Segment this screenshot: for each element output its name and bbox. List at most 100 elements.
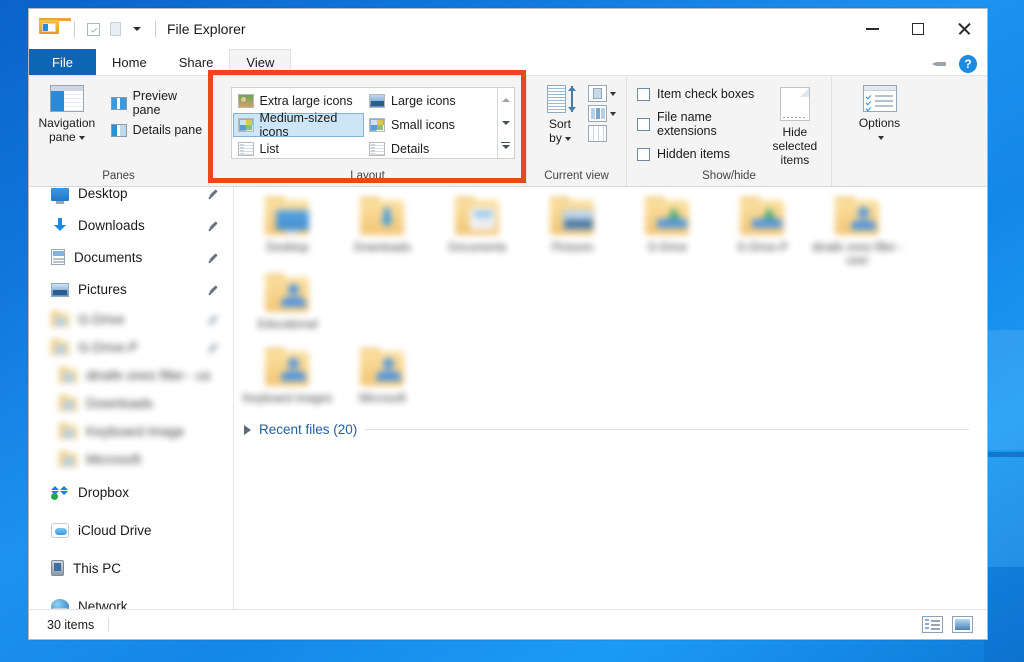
dropbox-icon — [51, 484, 69, 500]
sidebar-item-redacted-4[interactable]: Downloads — [29, 389, 233, 417]
sidebar-item-documents[interactable]: Documents — [29, 241, 233, 273]
customize-quick-access-caret-icon[interactable] — [126, 18, 148, 40]
file-item[interactable]: G-Drive-P — [715, 193, 810, 270]
checkbox-icon[interactable] — [637, 118, 650, 131]
sort-by-button[interactable]: Sort by — [537, 83, 583, 145]
tab-file[interactable]: File — [29, 49, 96, 75]
file-item[interactable]: G-Drive — [620, 193, 715, 270]
pin-icon[interactable] — [208, 252, 219, 263]
layout-option-label: Large icons — [391, 94, 456, 108]
chevron-down-icon[interactable] — [610, 112, 616, 116]
recent-files-section-header[interactable]: Recent files (20) — [240, 422, 987, 437]
sidebar-item-redacted-6[interactable]: Microsoft — [29, 445, 233, 473]
add-columns-button[interactable] — [588, 85, 616, 102]
scroll-down-button[interactable] — [498, 111, 514, 134]
sidebar-item-this-pc[interactable]: This PC — [29, 549, 233, 587]
maximize-button[interactable] — [895, 9, 941, 49]
layout-option-details[interactable]: Details — [364, 137, 496, 161]
navigation-pane-button[interactable]: Navigation pane — [29, 83, 105, 144]
help-icon[interactable]: ? — [959, 55, 977, 73]
navigation-pane[interactable]: Desktop Downloads Documents Pictures G-D — [29, 187, 234, 609]
sidebar-item-label: Network — [78, 599, 128, 610]
pin-icon[interactable] — [208, 220, 219, 231]
ribbon-group-options: Options — [832, 76, 927, 186]
sort-by-label: Sort by — [549, 117, 571, 145]
sidebar-item-desktop[interactable]: Desktop — [29, 187, 233, 209]
small-icons-icon — [369, 118, 385, 132]
folder-icon — [59, 453, 77, 467]
sidebar-item-label: Downloads — [78, 218, 145, 233]
sidebar-item-redacted-1[interactable]: G-Drive — [29, 305, 233, 333]
checkbox-icon[interactable] — [637, 88, 650, 101]
file-item[interactable]: dinafe ones filler - user — [810, 193, 905, 270]
sidebar-item-redacted-3[interactable]: dinafe ones filler - us — [29, 361, 233, 389]
file-item[interactable]: Documents — [430, 193, 525, 270]
column-options-button[interactable] — [588, 105, 616, 122]
layout-option-list[interactable]: List — [233, 137, 365, 161]
hide-selected-items-button[interactable]: Hide selected items — [759, 83, 831, 167]
close-button[interactable] — [941, 9, 987, 49]
tab-home[interactable]: Home — [96, 49, 163, 75]
file-list-pane[interactable]: Desktop Downloads Documents — [234, 187, 987, 609]
sidebar-item-label: G-Drive — [78, 312, 125, 327]
tab-view[interactable]: View — [229, 49, 291, 75]
size-columns-to-fit-button[interactable] — [588, 125, 616, 142]
size-all-columns-icon — [588, 125, 607, 142]
wallpaper-band — [984, 567, 1024, 662]
chevron-down-icon[interactable] — [610, 92, 616, 96]
chevron-down-icon[interactable] — [79, 136, 85, 140]
pin-ribbon-icon[interactable] — [933, 57, 949, 71]
item-check-boxes-option[interactable]: Item check boxes — [637, 87, 759, 101]
file-name-extensions-option[interactable]: File name extensions — [637, 110, 759, 138]
checkbox-icon[interactable] — [637, 148, 650, 161]
large-icons-view-button[interactable] — [952, 616, 973, 633]
sidebar-item-pictures[interactable]: Pictures — [29, 273, 233, 305]
new-folder-icon[interactable] — [104, 18, 126, 40]
desktop-icon — [51, 188, 69, 201]
file-name: G-Drive-P — [717, 242, 809, 255]
wallpaper-band — [984, 452, 1024, 457]
sidebar-item-redacted-5[interactable]: Keyboard image — [29, 417, 233, 445]
scroll-up-button[interactable] — [498, 88, 514, 111]
layout-option-small-icons[interactable]: Small icons — [364, 113, 496, 137]
layout-option-extra-large-icons[interactable]: Extra large icons — [233, 89, 365, 113]
preview-pane-button[interactable]: Preview pane — [111, 89, 208, 117]
folder-icon — [263, 197, 313, 239]
chevron-down-icon[interactable] — [878, 136, 884, 140]
sidebar-item-icloud-drive[interactable]: iCloud Drive — [29, 511, 233, 549]
navigation-pane-icon — [50, 85, 84, 112]
hidden-items-option[interactable]: Hidden items — [637, 147, 759, 161]
details-view-button[interactable] — [922, 616, 943, 633]
properties-checkbox-icon[interactable] — [82, 18, 104, 40]
gallery-more-button[interactable] — [498, 135, 514, 158]
chevron-down-icon[interactable] — [565, 137, 571, 141]
window-title: File Explorer — [167, 21, 246, 37]
pin-icon[interactable] — [208, 314, 219, 325]
file-name: Documents — [432, 242, 524, 255]
layout-option-large-icons[interactable]: Large icons — [364, 89, 496, 113]
layout-option-medium-sized-icons[interactable]: Medium-sized icons — [233, 113, 365, 137]
folder-icon — [358, 348, 408, 390]
sidebar-item-dropbox[interactable]: Dropbox — [29, 473, 233, 511]
chevron-right-icon[interactable] — [244, 425, 251, 435]
file-item[interactable]: Desktop — [240, 193, 335, 270]
layout-gallery-scrollbar[interactable] — [497, 88, 514, 158]
sidebar-item-downloads[interactable]: Downloads — [29, 209, 233, 241]
file-name: Keyboard images — [242, 393, 334, 406]
sidebar-item-network[interactable]: Network — [29, 587, 233, 609]
file-item[interactable]: Educational — [240, 270, 335, 334]
pin-icon[interactable] — [208, 284, 219, 295]
file-item[interactable]: Downloads — [335, 193, 430, 270]
file-item[interactable]: Pictures — [525, 193, 620, 270]
file-item[interactable]: Microsoft — [335, 344, 430, 408]
file-item[interactable]: Keyboard images — [240, 344, 335, 408]
minimize-button[interactable] — [849, 9, 895, 49]
pin-icon[interactable] — [208, 188, 219, 199]
details-pane-label: Details pane — [133, 123, 203, 137]
tab-share[interactable]: Share — [163, 49, 230, 75]
pin-icon[interactable] — [208, 342, 219, 353]
options-button[interactable]: Options — [842, 83, 918, 144]
details-pane-button[interactable]: Details pane — [111, 123, 208, 137]
title-bar: File Explorer — [29, 9, 987, 49]
sidebar-item-redacted-2[interactable]: G-Drive-P — [29, 333, 233, 361]
